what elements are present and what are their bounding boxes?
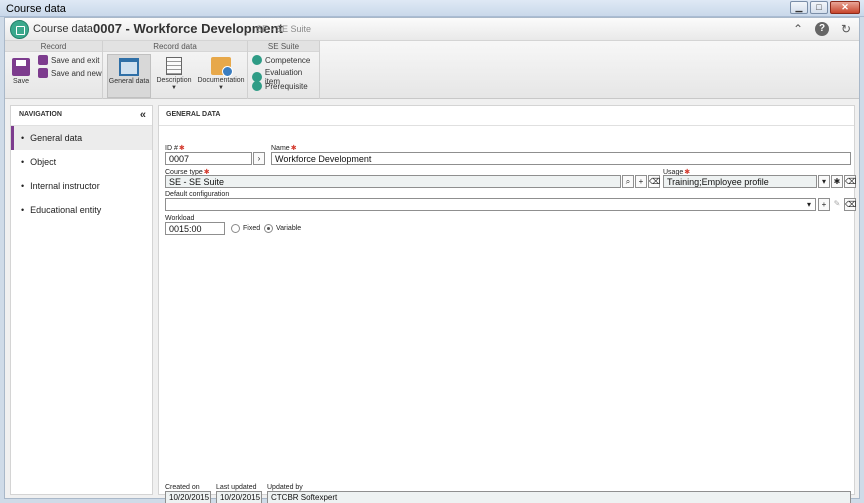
ribbon-toolbar: Record Save Save and exit Save and new R…	[5, 41, 859, 99]
general-data-button[interactable]: General data	[107, 54, 151, 98]
clear-icon[interactable]: ⌫	[844, 175, 856, 188]
ribbon-group-se-suite: SE Suite Competence Evaluation item Prer…	[248, 41, 320, 99]
save-new-icon	[38, 68, 48, 78]
created-on-label: Created on	[165, 484, 200, 491]
variable-label: Variable	[276, 225, 302, 232]
variable-radio[interactable]	[264, 224, 273, 233]
ribbon-group-title: Record data	[103, 41, 247, 52]
save-icon	[12, 58, 30, 76]
created-on-field: 10/20/2015	[165, 491, 211, 503]
name-field[interactable]: Workforce Development	[271, 152, 851, 165]
competence-button[interactable]: Competence	[252, 55, 310, 65]
breadcrumb-separator-icon: ›	[83, 21, 87, 35]
general-data-icon	[119, 58, 139, 76]
name-label: Name✱	[271, 144, 297, 152]
save-label: Save	[13, 78, 29, 85]
fixed-radio[interactable]	[231, 224, 240, 233]
documentation-icon	[211, 57, 233, 77]
default-config-select[interactable]	[165, 198, 816, 211]
general-data-label: General data	[108, 78, 150, 85]
nav-item-internal-instructor[interactable]: Internal instructor	[11, 174, 152, 198]
suite-tag: SE - SE Suite	[256, 24, 312, 34]
nav-item-general-data[interactable]: General data	[11, 126, 152, 150]
add-icon[interactable]: +	[635, 175, 647, 188]
save-and-new-label: Save and new	[51, 68, 102, 78]
last-updated-field: 10/20/2015	[216, 491, 262, 503]
prerequisite-icon	[252, 81, 262, 91]
name-label-text: Name	[271, 145, 290, 152]
last-updated-label: Last updated	[216, 484, 257, 491]
nav-item-educational-entity[interactable]: Educational entity	[11, 198, 152, 222]
id-label: ID #✱	[165, 144, 185, 152]
save-and-exit-label: Save and exit	[51, 55, 100, 65]
documentation-label: Documentation	[197, 77, 245, 84]
maximize-button[interactable]: □	[810, 1, 828, 14]
collapse-up-icon[interactable]: ⌃	[791, 22, 805, 36]
workload-field[interactable]: 0015:00	[165, 222, 225, 235]
description-label: Description	[156, 77, 192, 84]
window-controls: ▁ □ ✕	[790, 1, 860, 14]
help-icon[interactable]: ?	[815, 22, 829, 36]
prerequisite-label: Prerequisite	[265, 81, 308, 91]
ribbon-group-title: Record	[5, 41, 102, 52]
navigation-panel: NAVIGATION « General data Object Interna…	[10, 105, 153, 495]
save-exit-icon	[38, 55, 48, 65]
save-and-exit-button[interactable]: Save and exit	[38, 55, 99, 65]
refresh-icon[interactable]: ↻	[839, 22, 853, 36]
prerequisite-button[interactable]: Prerequisite	[252, 81, 308, 91]
chevron-down-icon[interactable]: ▾	[818, 175, 830, 188]
documentation-button[interactable]: Documentation ▼	[197, 54, 245, 98]
window-titlebar: Course data ▁ □ ✕	[0, 0, 864, 17]
section-title: GENERAL DATA	[159, 106, 854, 126]
chevron-down-icon: ▼	[218, 85, 224, 91]
ribbon-group-record: Record Save Save and exit Save and new	[5, 41, 103, 99]
save-and-new-button[interactable]: Save and new	[38, 68, 102, 78]
ribbon-group-record-data: Record data General data Description ▼ D…	[103, 41, 248, 99]
updated-by-label: Updated by	[267, 484, 303, 491]
course-type-field[interactable]: SE - SE Suite	[165, 175, 621, 188]
default-config-label: Default configuration	[165, 191, 230, 198]
ribbon-group-title: SE Suite	[248, 41, 319, 52]
header-actions: ⌃ ? ↻	[791, 22, 853, 36]
navigation-header: NAVIGATION «	[11, 106, 152, 126]
edit-icon[interactable]: ✎	[831, 198, 843, 211]
close-button[interactable]: ✕	[830, 1, 860, 14]
window-title: Course data	[6, 3, 66, 15]
chevron-down-icon[interactable]: ▾	[807, 200, 811, 209]
fixed-label: Fixed	[243, 225, 261, 232]
competence-label: Competence	[265, 55, 311, 65]
minimize-button[interactable]: ▁	[790, 1, 808, 14]
required-icon: ✱	[290, 145, 297, 152]
clear-icon[interactable]: ⌫	[648, 175, 660, 188]
collapse-left-icon[interactable]: «	[140, 109, 146, 121]
description-icon	[166, 57, 182, 75]
chevron-down-icon: ▼	[171, 85, 177, 91]
id-label-text: ID #	[165, 145, 178, 152]
course-app-icon	[10, 20, 29, 39]
save-button[interactable]: Save	[8, 54, 34, 98]
id-field[interactable]: 0007	[165, 152, 252, 165]
next-arrow-button[interactable]: ›	[253, 152, 265, 165]
nav-item-object[interactable]: Object	[11, 150, 152, 174]
add-icon[interactable]: +	[818, 198, 830, 211]
required-icon: ✱	[178, 145, 185, 152]
general-data-panel: GENERAL DATA ID #✱ 0007 › Name✱ Workforc…	[158, 105, 856, 503]
clear-icon[interactable]: ⌫	[844, 198, 856, 211]
navigation-title: NAVIGATION	[19, 111, 62, 118]
page-title: 0007 - Workforce Development	[93, 21, 283, 36]
updated-by-field: CTCBR Softexpert	[267, 491, 851, 503]
record-header: Course data › 0007 - Workforce Developme…	[5, 18, 859, 41]
competence-icon	[252, 55, 262, 65]
description-button[interactable]: Description ▼	[155, 54, 193, 98]
window-frame: Course data › 0007 - Workforce Developme…	[4, 17, 860, 503]
usage-field[interactable]: Training;Employee profile	[663, 175, 817, 188]
workload-label: Workload	[165, 215, 195, 222]
search-icon[interactable]: ⌕	[622, 175, 634, 188]
multi-select-icon[interactable]: ✱	[831, 175, 843, 188]
